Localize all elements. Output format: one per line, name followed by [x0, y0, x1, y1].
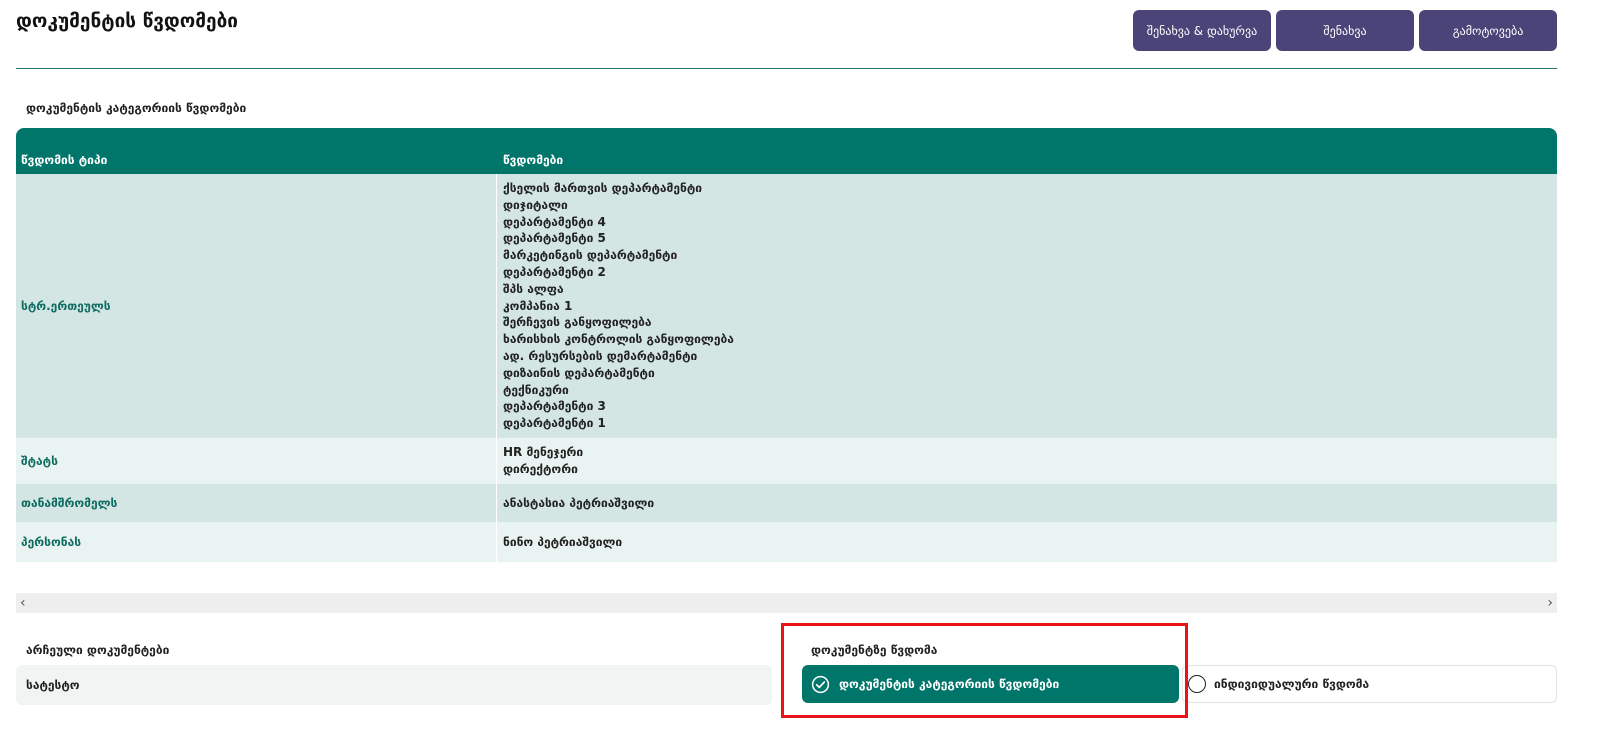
table-row: სტრ.ერთეულს ქსელის მართვის დეპარტამენტი …: [16, 174, 1557, 438]
chosen-documents-field[interactable]: სატესტო: [16, 665, 772, 705]
table-row: თანამშრომელს ანასტასია პეტრიაშვილი: [16, 484, 1557, 522]
access-value: ხარისხის კონტროლის განყოფილება: [503, 332, 734, 347]
save-and-close-button[interactable]: შენახვა & დახურვა: [1133, 10, 1271, 51]
access-type-cell: თანამშრომელს: [16, 484, 497, 522]
exit-button[interactable]: გამოტოვება: [1419, 10, 1557, 51]
access-value: ტექნიკური: [503, 382, 569, 397]
chosen-document-value: სატესტო: [26, 678, 80, 692]
category-access-label: დოკუმენტის კატეგორიის წვდომები: [26, 101, 247, 115]
column-header-type: წვდომის ტიპი: [21, 153, 108, 167]
access-value: დიზაინის დეპარტამენტი: [503, 365, 655, 380]
highlight-box: [781, 623, 1188, 718]
access-type-cell: შტატს: [16, 438, 497, 484]
access-value: დეპარტამენტი 2: [503, 265, 606, 279]
access-value: დიჯიტალი: [503, 197, 568, 212]
horizontal-scrollbar[interactable]: ‹ ›: [16, 593, 1557, 613]
table-row: შტატს HR მენეჯერი დირექტორი: [16, 438, 1557, 484]
page: დოკუმენტის წვდომები შენახვა & დახურვა შე…: [0, 0, 1597, 753]
chosen-documents-label: არჩეული დოკუმენტები: [26, 643, 170, 657]
access-values-cell: ნინო პეტრიაშვილი: [497, 522, 1557, 562]
access-value: ნინო პეტრიაშვილი: [503, 534, 623, 549]
header: დოკუმენტის წვდომები შენახვა & დახურვა შე…: [16, 0, 1557, 69]
access-type-cell: პერსონას: [16, 522, 497, 562]
access-values-cell: HR მენეჯერი დირექტორი: [497, 438, 1557, 484]
toolbar: შენახვა & დახურვა შენახვა გამოტოვება: [1133, 10, 1557, 51]
access-value: HR მენეჯერი: [503, 445, 584, 460]
scroll-right-icon[interactable]: ›: [1547, 595, 1553, 611]
access-value: ანასტასია პეტრიაშვილი: [503, 495, 655, 510]
access-value: შერჩევის განყოფილება: [503, 315, 652, 330]
table-header: წვდომის ტიპი წვდომები: [16, 128, 1557, 174]
access-value: დეპარტამენტი 3: [503, 399, 606, 414]
access-type-cell: სტრ.ერთეულს: [16, 174, 497, 438]
table-row: პერსონას ნინო პეტრიაშვილი: [16, 522, 1557, 562]
access-value: დეპარტამენტი 5: [503, 231, 606, 246]
page-title: დოკუმენტის წვდომები: [16, 10, 238, 32]
access-value: დირექტორი: [503, 462, 578, 476]
radio-circle-icon: [1188, 675, 1206, 693]
individual-access-option[interactable]: ინდივიდუალური წვდომა: [1182, 665, 1557, 703]
access-value: ად. რესურსების დემარტამენტი: [503, 348, 698, 363]
scroll-left-icon[interactable]: ‹: [20, 595, 26, 611]
individual-access-option-label: ინდივიდუალური წვდომა: [1214, 677, 1370, 691]
save-button[interactable]: შენახვა: [1276, 10, 1414, 51]
access-value: დეპარტამენტი 4: [503, 214, 606, 229]
access-value: მარკეტინგის დეპარტამენტი: [503, 248, 678, 263]
access-table: წვდომის ტიპი წვდომები სტრ.ერთეულს ქსელის…: [16, 128, 1557, 562]
access-values-cell: ქსელის მართვის დეპარტამენტი დიჯიტალი დეპ…: [497, 174, 1557, 438]
access-value: შპს ალფა: [503, 281, 564, 296]
column-header-access: წვდომები: [503, 153, 564, 167]
access-value: კომპანია 1: [503, 298, 573, 313]
access-value: ქსელის მართვის დეპარტამენტი: [503, 181, 702, 196]
access-value: დეპარტამენტი 1: [503, 416, 606, 431]
access-values-cell: ანასტასია პეტრიაშვილი: [497, 484, 1557, 522]
